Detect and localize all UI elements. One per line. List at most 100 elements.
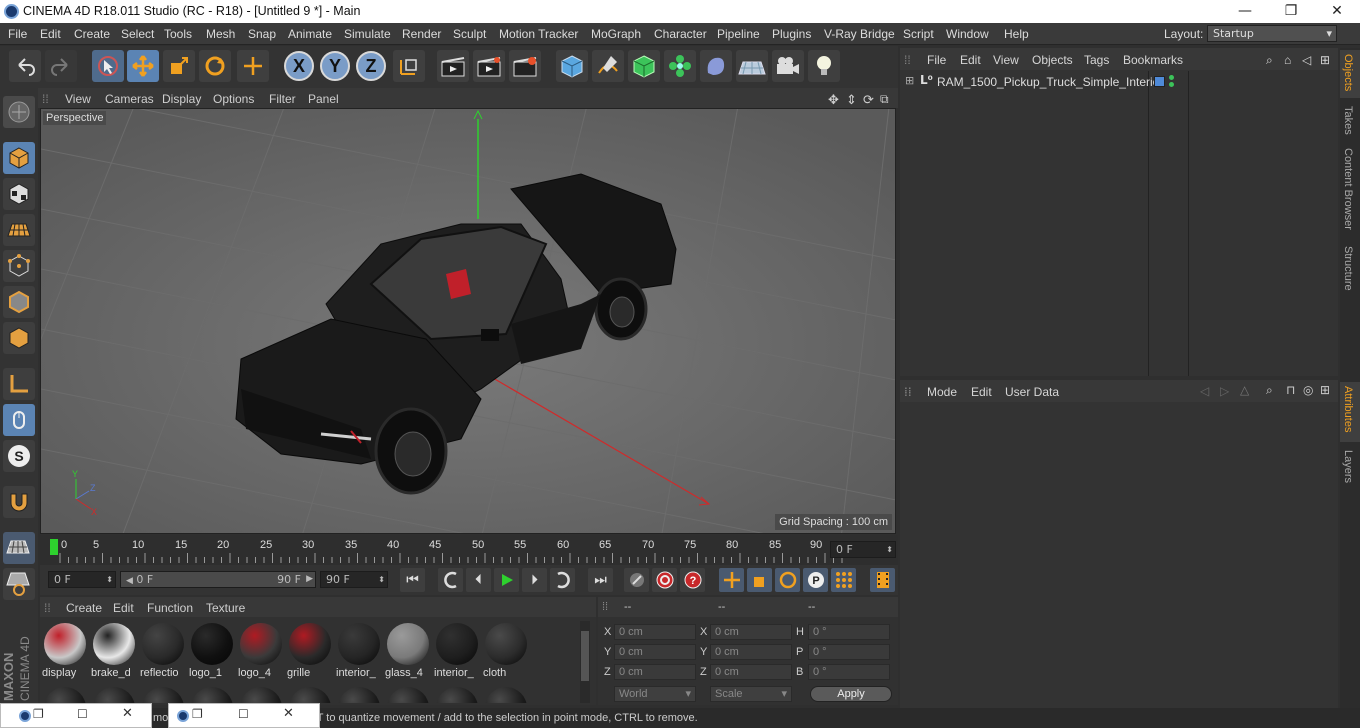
viewport-menu-options[interactable]: Options <box>213 92 254 106</box>
viewport-menu-display[interactable]: Display <box>162 92 201 106</box>
material-swatch[interactable] <box>287 685 333 703</box>
rot-h-field[interactable]: 0 ° <box>808 624 890 640</box>
menu-render[interactable]: Render <box>402 27 441 41</box>
drag-handle-icon[interactable]: ⁞⁞ <box>42 92 49 106</box>
tab-structure[interactable]: Structure <box>1342 246 1354 291</box>
close-button[interactable]: ✕ <box>1314 0 1360 23</box>
enable-axis-button[interactable] <box>3 368 35 400</box>
viewport-menu-filter[interactable]: Filter <box>269 92 296 106</box>
minimized-window-1[interactable]: ❐ ☐ ✕ <box>0 703 152 728</box>
object-menu-bookmarks[interactable]: Bookmarks <box>1123 53 1183 67</box>
cube-object-button[interactable] <box>556 50 588 82</box>
menu-script[interactable]: Script <box>903 27 934 41</box>
timeline-window-button[interactable] <box>870 568 895 592</box>
cloner-button[interactable] <box>664 50 696 82</box>
polygons-mode-button[interactable] <box>3 322 35 354</box>
target-icon[interactable]: ◎ <box>1303 383 1313 397</box>
material-menu-edit[interactable]: Edit <box>113 601 134 615</box>
pos-z-field[interactable]: 0 cm <box>614 664 696 680</box>
material-swatch[interactable]: cloth <box>483 621 529 681</box>
menu-simulate[interactable]: Simulate <box>344 27 391 41</box>
menu-plugins[interactable]: Plugins <box>772 27 811 41</box>
workplane-rotate-button[interactable] <box>3 568 35 600</box>
material-swatch[interactable] <box>189 685 235 703</box>
object-menu-view[interactable]: View <box>993 53 1019 67</box>
model-mode-button[interactable] <box>3 142 35 174</box>
previous-frame-button[interactable]: ⏴ <box>466 568 491 592</box>
search-icon[interactable]: ⌕ <box>1266 383 1273 398</box>
render-view-button[interactable] <box>437 50 469 82</box>
minimize-button[interactable]: — <box>1222 0 1268 23</box>
restore-icon[interactable]: ❐ <box>192 707 203 721</box>
frame-range-slider[interactable]: ◀ 0 F 90 F ▶ <box>120 571 316 588</box>
menu-mograph[interactable]: MoGraph <box>591 27 641 41</box>
viewport-menu-view[interactable]: View <box>65 92 91 106</box>
material-menu-create[interactable]: Create <box>66 601 102 615</box>
autokey-button[interactable]: ? <box>680 568 705 592</box>
x-axis-button[interactable]: X <box>284 51 314 81</box>
camera-button[interactable] <box>772 50 804 82</box>
coordinate-system-dropdown[interactable]: World ▾ <box>614 686 696 702</box>
timeline-ruler[interactable]: 0 5 10 15 20 25 30 35 40 45 50 55 60 65 … <box>40 535 898 565</box>
menu-create[interactable]: Create <box>74 27 110 41</box>
menu-vray-bridge[interactable]: V-Ray Bridge <box>824 27 895 41</box>
redo-button[interactable] <box>45 50 77 82</box>
y-axis-button[interactable]: Y <box>320 51 350 81</box>
rot-b-field[interactable]: 0 ° <box>808 664 890 680</box>
expand-icon[interactable]: ⊞ <box>905 74 914 87</box>
recent-tool-button[interactable] <box>237 50 269 82</box>
restore-icon[interactable]: ❐ <box>33 707 44 721</box>
live-selection-button[interactable] <box>92 50 124 82</box>
drag-handle-icon[interactable]: ⁞⁞ <box>602 601 608 613</box>
rot-p-field[interactable]: 0 ° <box>808 644 890 660</box>
pos-y-field[interactable]: 0 cm <box>614 644 696 660</box>
end-frame-field[interactable]: 90 F ⬍ <box>320 571 388 588</box>
viewport-rotate-icon[interactable]: ⟳ <box>863 92 874 108</box>
key-pla-button[interactable] <box>831 568 856 592</box>
subdivision-surface-button[interactable] <box>628 50 660 82</box>
viewport-menu-cameras[interactable]: Cameras <box>105 92 154 106</box>
menu-character[interactable]: Character <box>654 27 707 41</box>
maximize-icon[interactable]: ☐ <box>238 707 249 721</box>
new-window-icon[interactable]: ⊞ <box>1320 53 1330 67</box>
tab-content-browser[interactable]: Content Browser <box>1342 148 1354 230</box>
viewport-maximize-icon[interactable]: ⧉ <box>880 92 889 107</box>
rotate-button[interactable] <box>199 50 231 82</box>
move-button[interactable] <box>127 50 159 82</box>
pos-x-field[interactable]: 0 cm <box>614 624 696 640</box>
key-scale-button[interactable] <box>747 568 772 592</box>
previous-key-button[interactable] <box>438 568 463 592</box>
home-icon[interactable]: ⌂ <box>1284 53 1291 67</box>
menu-motion-tracker[interactable]: Motion Tracker <box>499 27 578 41</box>
size-x-field[interactable]: 0 cm <box>710 624 792 640</box>
menu-edit[interactable]: Edit <box>40 27 61 41</box>
material-swatch[interactable]: glass_4 <box>385 621 431 681</box>
material-swatch[interactable]: display <box>42 621 88 681</box>
layer-color-swatch[interactable] <box>1154 76 1165 87</box>
nav-up-icon[interactable]: △ <box>1240 383 1249 397</box>
menu-tools[interactable]: Tools <box>164 27 192 41</box>
texture-mode-button[interactable] <box>3 178 35 210</box>
viewport-pan-icon[interactable]: ✥ <box>828 92 839 108</box>
search-icon[interactable]: ⌕ <box>1266 53 1273 68</box>
make-editable-button[interactable] <box>3 96 35 128</box>
attribute-menu-edit[interactable]: Edit <box>971 385 992 399</box>
material-swatch[interactable]: interior_ <box>434 621 480 681</box>
lock-icon[interactable]: ⊓ <box>1286 383 1295 397</box>
floor-button[interactable] <box>736 50 768 82</box>
minimized-window-2[interactable]: ❐ ☐ ✕ <box>168 703 320 728</box>
object-name[interactable]: RAM_1500_Pickup_Truck_Simple_Interior <box>937 75 1163 89</box>
points-mode-button[interactable] <box>3 250 35 282</box>
tab-objects[interactable]: Objects <box>1342 54 1354 91</box>
current-frame-field[interactable]: 0 F ⬍ <box>830 541 896 558</box>
start-frame-field[interactable]: 0 F ⬍ <box>48 571 116 588</box>
size-y-field[interactable]: 0 cm <box>710 644 792 660</box>
material-swatch[interactable] <box>91 685 137 703</box>
menu-file[interactable]: File <box>8 27 27 41</box>
record-button[interactable] <box>652 568 677 592</box>
menu-window[interactable]: Window <box>946 27 989 41</box>
apply-button[interactable]: Apply <box>810 686 892 702</box>
tab-attributes[interactable]: Attributes <box>1342 386 1354 432</box>
key-parameter-button[interactable]: P <box>803 568 828 592</box>
material-menu-texture[interactable]: Texture <box>206 601 245 615</box>
